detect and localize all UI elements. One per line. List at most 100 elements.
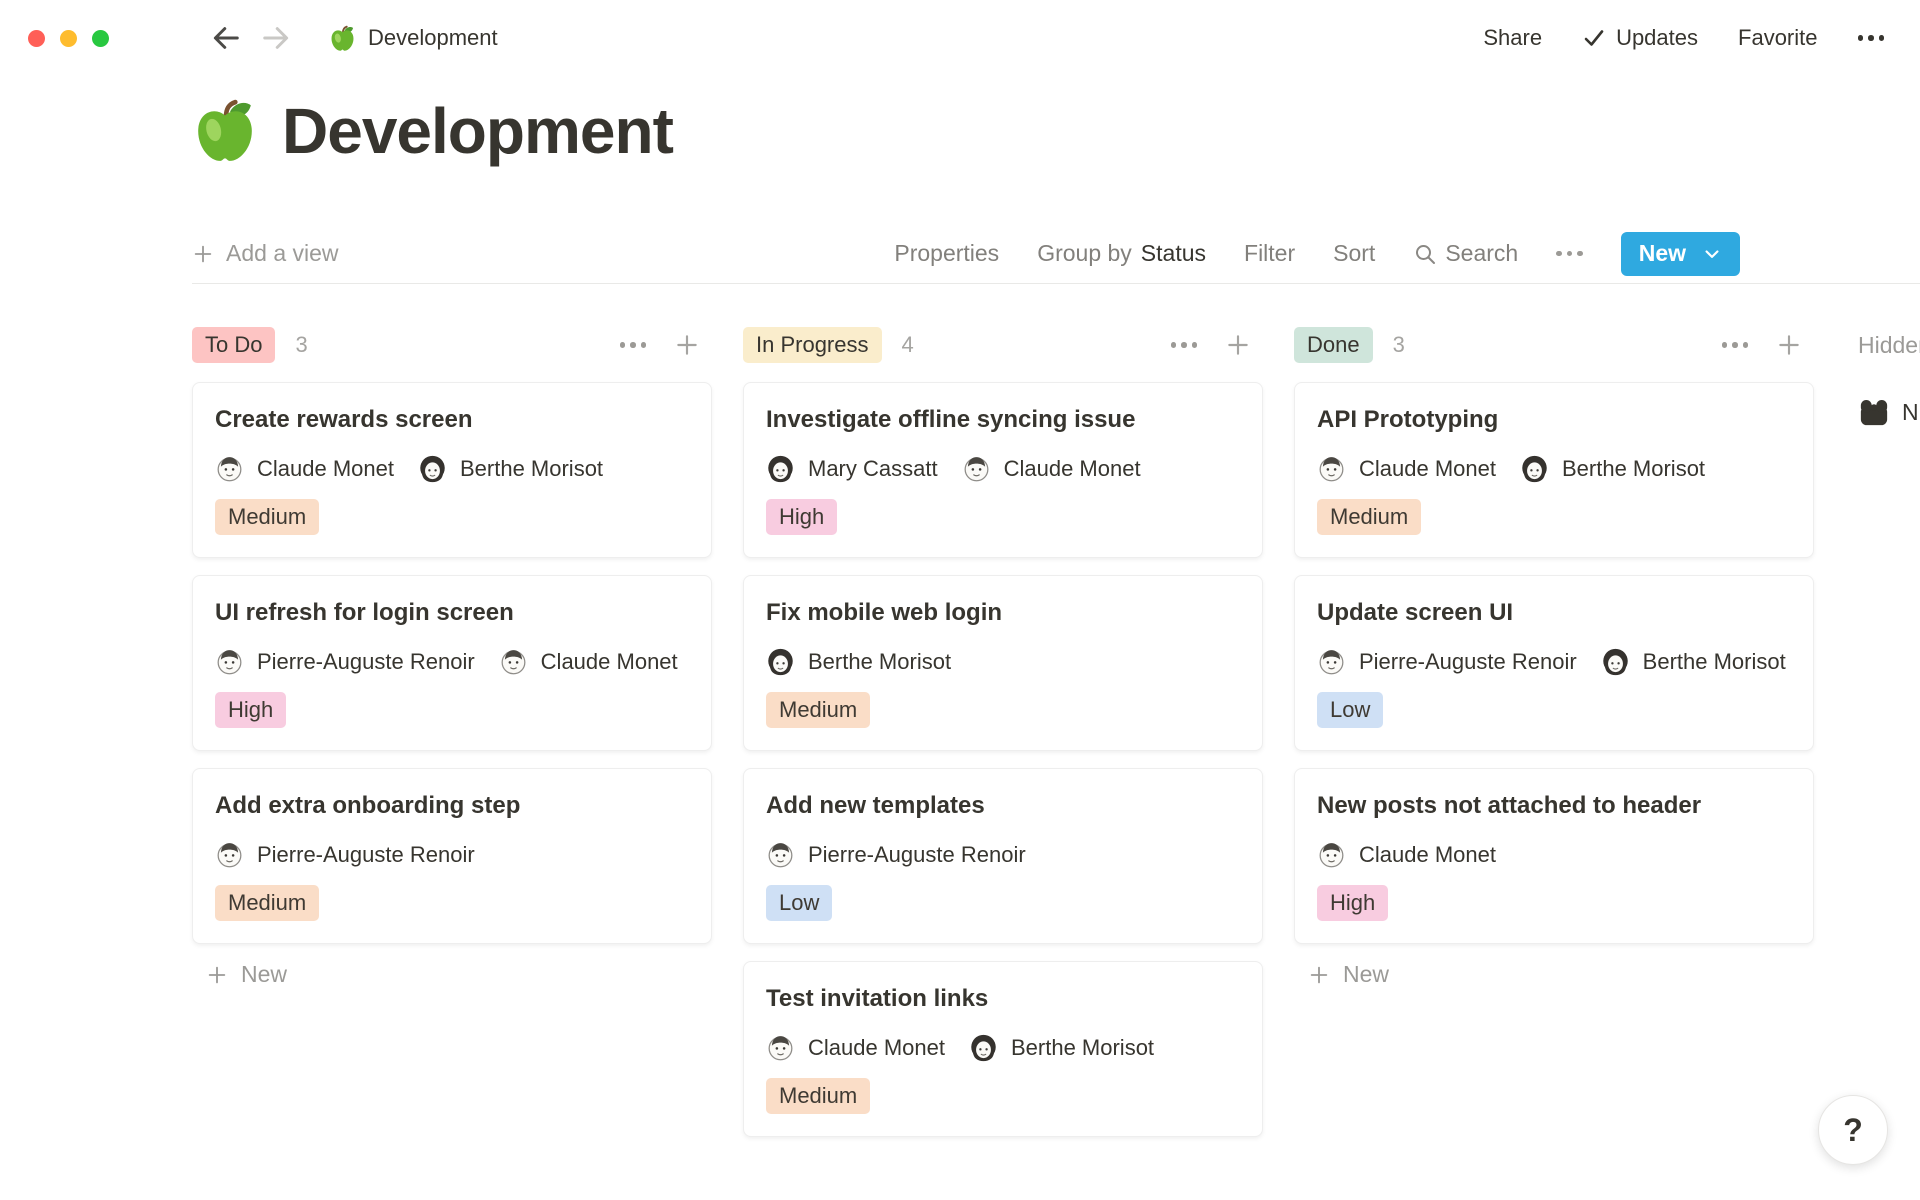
card[interactable]: Create rewards screen Claude Monet Berth… [192, 382, 712, 558]
card-title: Add extra onboarding step [215, 791, 689, 821]
close-window-button[interactable] [28, 30, 45, 47]
card-title: Fix mobile web login [766, 598, 1240, 628]
sort-button[interactable]: Sort [1333, 240, 1375, 267]
avatar [766, 1033, 795, 1062]
card[interactable]: New posts not attached to header Claude … [1294, 768, 1814, 944]
assignee: Claude Monet [1317, 454, 1496, 483]
card[interactable]: Investigate offline syncing issue Mary C… [743, 382, 1263, 558]
column-status-pill[interactable]: In Progress [743, 327, 882, 363]
column-add-card-icon[interactable] [1776, 332, 1802, 358]
search-button[interactable]: Search [1413, 240, 1518, 267]
assignee: Claude Monet [215, 454, 394, 483]
filter-button[interactable]: Filter [1244, 240, 1295, 267]
check-icon [1582, 26, 1606, 50]
card[interactable]: Test invitation links Claude Monet Berth… [743, 961, 1263, 1137]
new-button-label: New [1639, 240, 1686, 267]
assignee: Berthe Morisot [418, 454, 603, 483]
card[interactable]: Add new templates Pierre-Auguste Renoir … [743, 768, 1263, 944]
breadcrumb-title: Development [368, 25, 498, 51]
page-header: Development [192, 90, 1920, 172]
assignee: Berthe Morisot [1520, 454, 1705, 483]
minimize-window-button[interactable] [60, 30, 77, 47]
favorite-button[interactable]: Favorite [1738, 25, 1817, 51]
card-title: Investigate offline syncing issue [766, 405, 1240, 435]
help-button[interactable]: ? [1818, 1095, 1888, 1165]
hidden-group-item[interactable]: N [1858, 396, 1920, 428]
search-label: Search [1445, 240, 1518, 267]
card[interactable]: API Prototyping Claude Monet Berthe Mori… [1294, 382, 1814, 558]
avatar [1601, 647, 1630, 676]
avatar [215, 647, 244, 676]
assignee: Berthe Morisot [1601, 647, 1786, 676]
priority-tag: High [766, 499, 837, 535]
assignee-name: Claude Monet [257, 456, 394, 482]
assignee-name: Claude Monet [1004, 456, 1141, 482]
column-in-progress: In Progress 4 Investigate offline syncin… [743, 324, 1263, 1154]
view-more-options-icon[interactable] [1556, 251, 1583, 257]
chevron-down-icon [1702, 244, 1722, 264]
breadcrumb[interactable]: Development [329, 25, 498, 52]
card[interactable]: Fix mobile web login Berthe Morisot Medi… [743, 575, 1263, 751]
assignee: Mary Cassatt [766, 454, 938, 483]
column-more-options-icon[interactable] [620, 342, 647, 348]
card[interactable]: Update screen UI Pierre-Auguste Renoir B… [1294, 575, 1814, 751]
green-apple-icon [329, 25, 356, 52]
card-title: Add new templates [766, 791, 1240, 821]
avatar [499, 647, 528, 676]
kanban-board: To Do 3 Create rewards screen Claude Mon… [0, 324, 1920, 1154]
priority-tag: High [215, 692, 286, 728]
add-card-button[interactable]: New [192, 961, 712, 988]
column-add-card-icon[interactable] [674, 332, 700, 358]
assignee-name: Pierre-Auguste Renoir [257, 842, 475, 868]
add-view-button[interactable]: Add a view [192, 240, 339, 267]
zoom-window-button[interactable] [92, 30, 109, 47]
updates-button[interactable]: Updates [1582, 25, 1698, 51]
card-title: API Prototyping [1317, 405, 1791, 435]
new-button[interactable]: New [1621, 232, 1740, 276]
assignee: Claude Monet [962, 454, 1141, 483]
column-header: Done 3 [1294, 324, 1814, 366]
priority-tag: Medium [1317, 499, 1421, 535]
column-header: In Progress 4 [743, 324, 1263, 366]
priority-tag: Medium [215, 885, 319, 921]
avatar [215, 454, 244, 483]
add-card-label: New [241, 961, 287, 988]
column-add-card-icon[interactable] [1225, 332, 1251, 358]
forward-arrow-icon[interactable] [261, 23, 291, 53]
column-more-options-icon[interactable] [1722, 342, 1749, 348]
plus-icon [206, 964, 228, 986]
back-arrow-icon[interactable] [211, 23, 241, 53]
card[interactable]: UI refresh for login screen Pierre-Augus… [192, 575, 712, 751]
assignee-name: Pierre-Auguste Renoir [257, 649, 475, 675]
column-status-pill[interactable]: To Do [192, 327, 275, 363]
column-more-options-icon[interactable] [1171, 342, 1198, 348]
avatar [969, 1033, 998, 1062]
card-title: UI refresh for login screen [215, 598, 689, 628]
plus-icon [1308, 964, 1330, 986]
more-options-icon[interactable] [1858, 35, 1885, 41]
hidden-columns-label[interactable]: Hidden [1858, 324, 1920, 366]
page-green-apple-icon[interactable] [192, 98, 258, 164]
assignee-name: Berthe Morisot [460, 456, 603, 482]
avatar [1317, 454, 1346, 483]
group-by-button[interactable]: Group by Status [1037, 240, 1206, 267]
group-by-value: Status [1141, 240, 1206, 267]
sidebar-menu-icon[interactable] [139, 25, 173, 51]
properties-button[interactable]: Properties [894, 240, 999, 267]
share-button[interactable]: Share [1483, 25, 1542, 51]
avatar [962, 454, 991, 483]
assignee-name: Berthe Morisot [1643, 649, 1786, 675]
assignee-name: Berthe Morisot [808, 649, 951, 675]
assignee-name: Pierre-Auguste Renoir [1359, 649, 1577, 675]
priority-tag: High [1317, 885, 1388, 921]
column-count: 3 [1393, 332, 1405, 358]
column-status-pill[interactable]: Done [1294, 327, 1373, 363]
assignee-name: Mary Cassatt [808, 456, 938, 482]
priority-tag: Low [766, 885, 832, 921]
hidden-group-label: N [1902, 399, 1919, 426]
group-by-label: Group by [1037, 240, 1132, 267]
priority-tag: Medium [215, 499, 319, 535]
card[interactable]: Add extra onboarding step Pierre-Auguste… [192, 768, 712, 944]
add-card-button[interactable]: New [1294, 961, 1814, 988]
avatar [766, 840, 795, 869]
